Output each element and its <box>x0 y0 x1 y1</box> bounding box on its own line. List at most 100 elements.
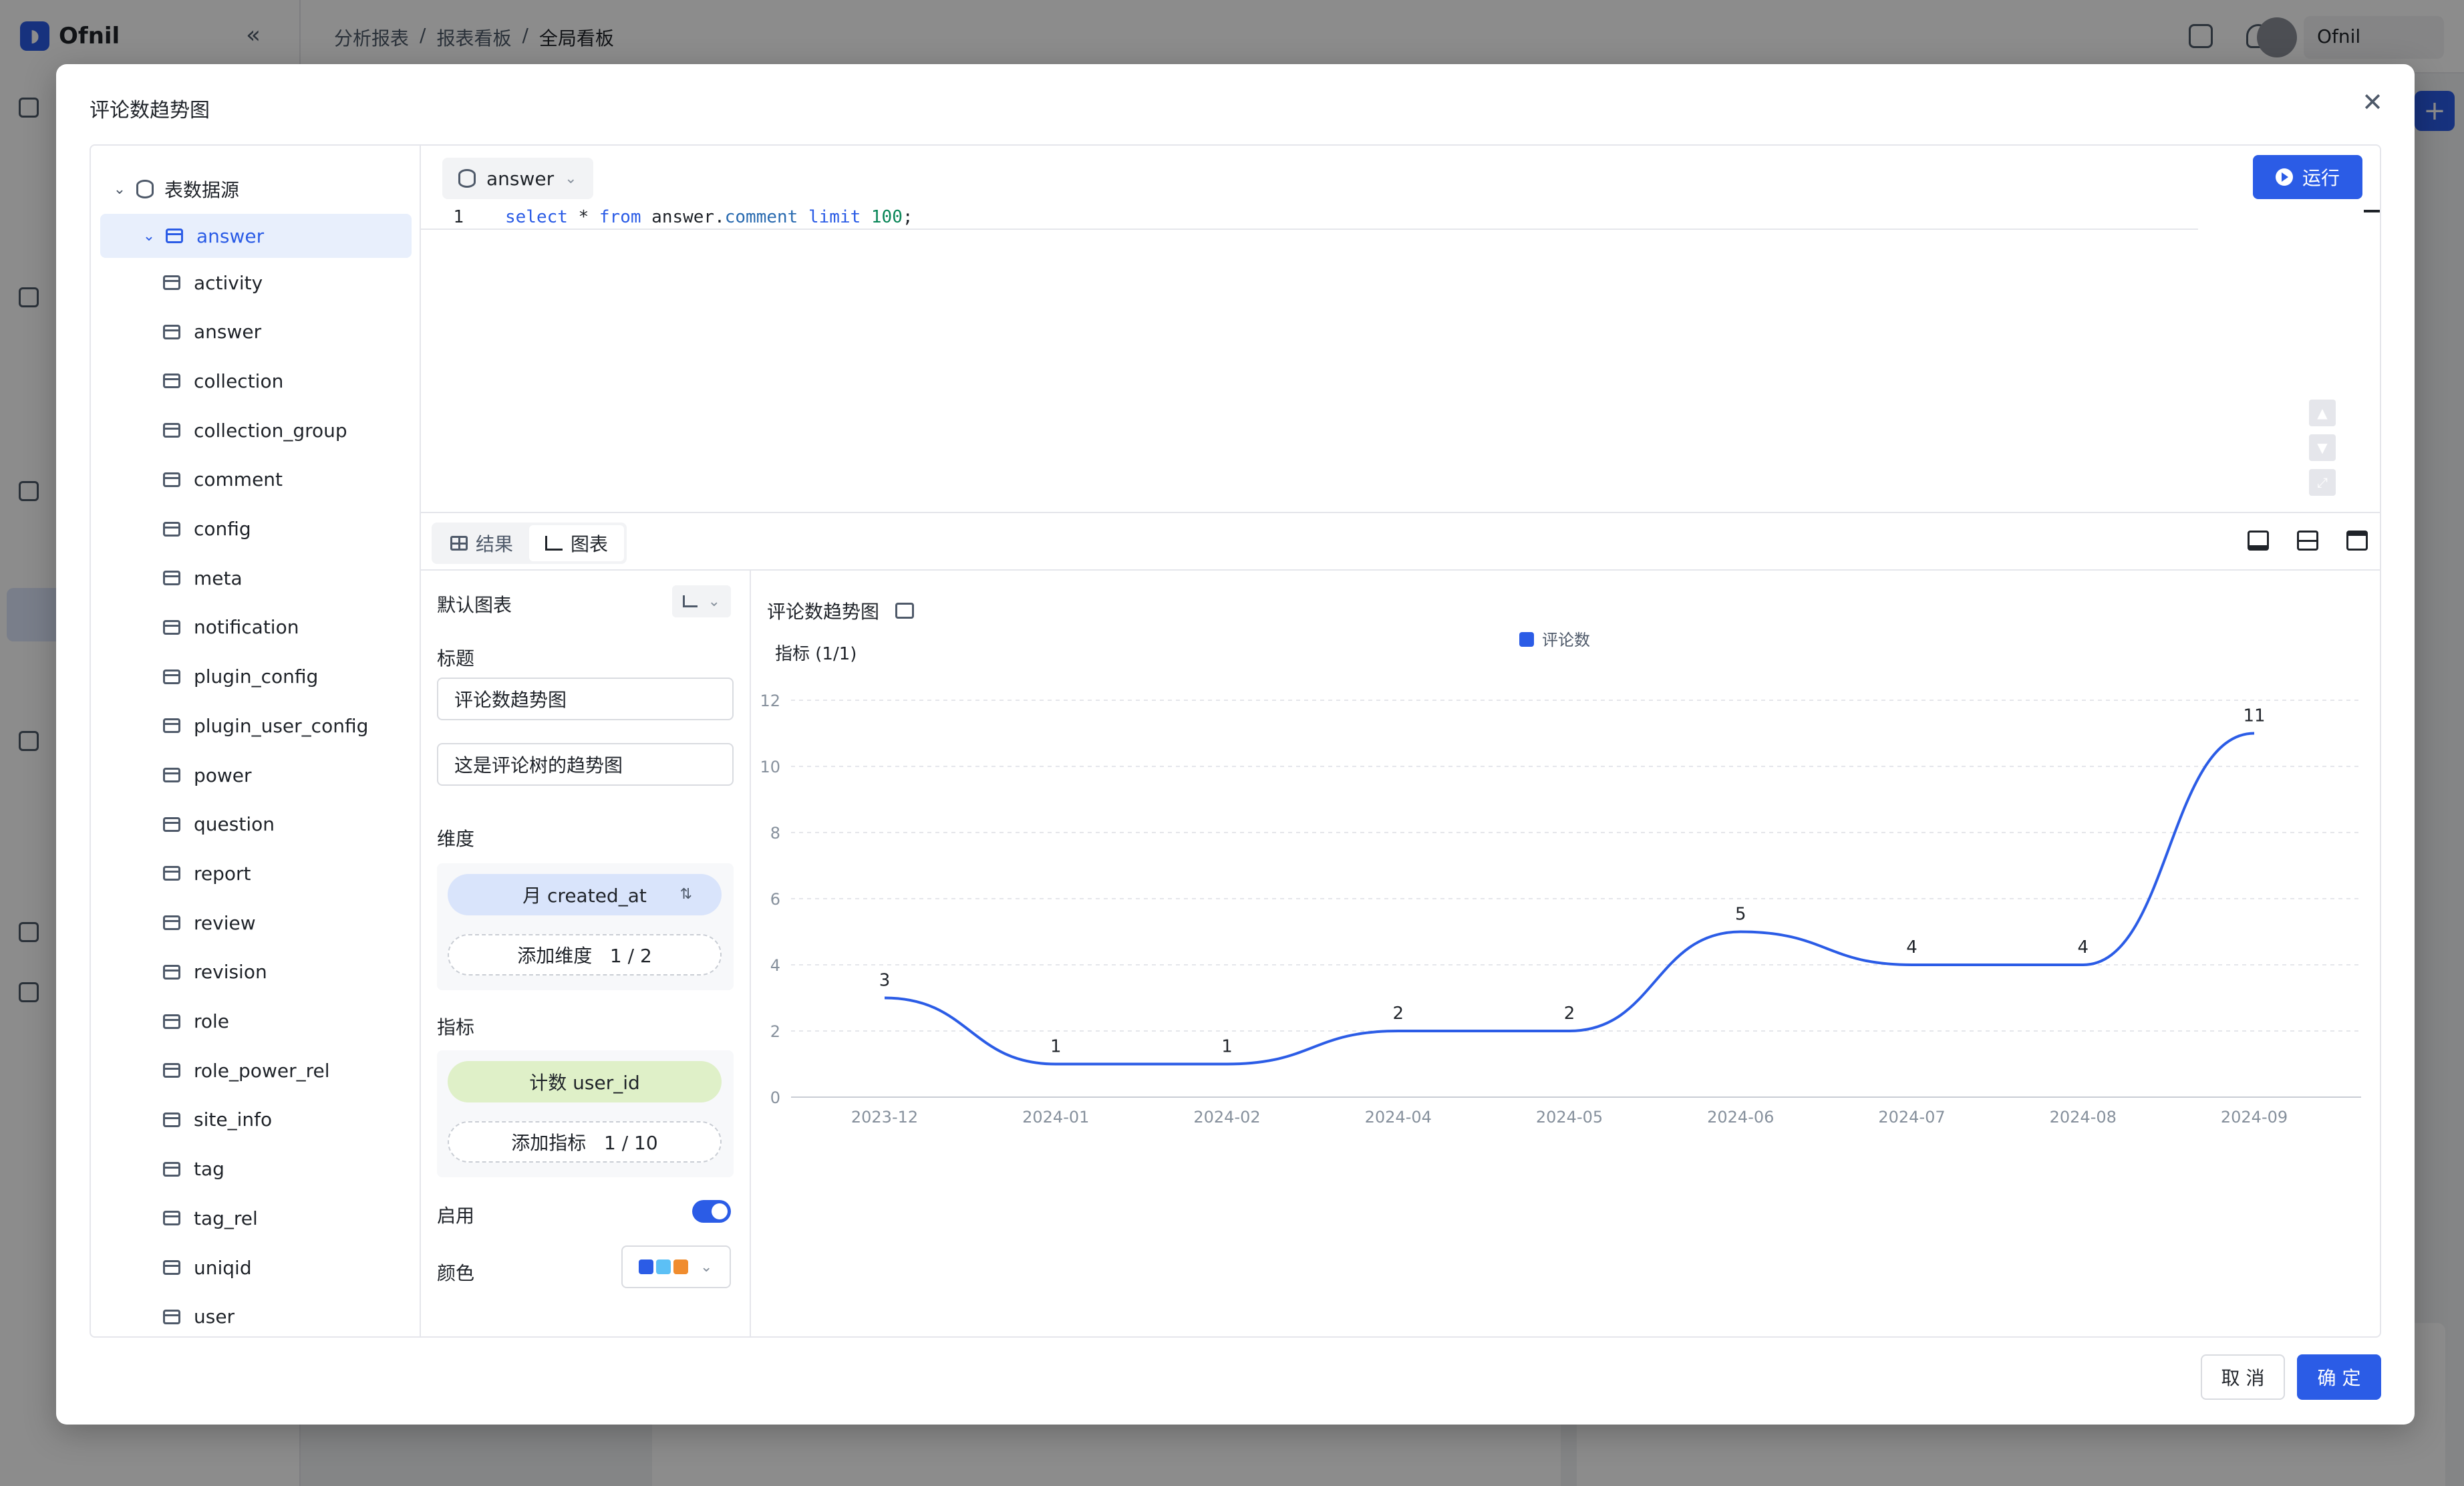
sql-code-line[interactable]: 1 select * from answer. comment limit 100… <box>421 206 2198 230</box>
table-icon <box>163 374 180 389</box>
confirm-button[interactable]: 确 定 <box>2297 1354 2381 1400</box>
color-swatch <box>673 1259 688 1274</box>
chevron-down-icon: ⌄ <box>700 1258 713 1276</box>
chevron-down-icon[interactable]: ⌄ <box>139 228 159 245</box>
sort-icon[interactable]: ⇅ <box>680 886 692 903</box>
tree-table-label: activity <box>194 271 263 294</box>
tab-chart-label: 图表 <box>571 533 609 555</box>
result-tabs: 结果 图表 <box>432 523 627 564</box>
tab-chart[interactable]: 图表 <box>529 525 625 561</box>
table-icon <box>163 866 180 881</box>
tree-table-tag[interactable]: tag <box>163 1147 417 1191</box>
tree-table-answer[interactable]: answer <box>163 310 417 354</box>
layout-split-icon[interactable] <box>2297 531 2318 551</box>
data-label: 2 <box>1392 1004 1404 1024</box>
line-chart: 0246810122023-12 2024-01 2024-02 2024-04 202… <box>760 631 2361 1127</box>
sql-field: comment <box>724 207 798 227</box>
metric-label: 指标 <box>437 1016 475 1038</box>
tree-table-question[interactable]: question <box>163 802 417 847</box>
enable-label: 启用 <box>437 1205 475 1227</box>
tree-root-label: 表数据源 <box>164 179 240 201</box>
table-icon <box>163 619 180 635</box>
tree-root-datasource[interactable]: ⌄ 表数据源 <box>110 167 417 211</box>
chart-title-row: 评论数趋势图 <box>767 597 915 624</box>
tree-table-label: role <box>194 1010 230 1032</box>
sql-number: 100 <box>871 207 903 227</box>
y-tick-label: 6 <box>770 890 780 909</box>
tree-table-site-info[interactable]: site_info <box>163 1098 417 1142</box>
tree-table-user[interactable]: user <box>163 1295 417 1336</box>
tree-table-activity[interactable]: activity <box>163 261 417 305</box>
tree-table-report[interactable]: report <box>163 851 417 895</box>
database-select[interactable]: answer ⌄ <box>442 158 593 199</box>
layout-bottom-icon[interactable] <box>2248 531 2269 551</box>
play-icon <box>2275 168 2293 186</box>
add-metric-button[interactable]: 添加指标 1 / 10 <box>448 1121 722 1163</box>
table-icon <box>163 768 180 782</box>
tree-table-meta[interactable]: meta <box>163 556 417 600</box>
legend-label: 评论数 <box>1542 631 1590 649</box>
data-label: 4 <box>1906 937 1917 957</box>
chart-preview: 0 2 4 6 8 10 12 2023-12 2024-01 2024-02 2024-04 202… <box>751 571 2380 1336</box>
data-label: 11 <box>2243 706 2265 726</box>
sql-editor-pane: answer ⌄ 运行 1 select * from answer. comme… <box>421 146 2380 513</box>
scroll-down-icon[interactable]: ▼ <box>2309 434 2336 461</box>
chevron-down-icon: ⌄ <box>708 593 720 610</box>
enable-toggle[interactable] <box>692 1200 731 1223</box>
title-input[interactable] <box>437 678 734 720</box>
tree-table-plugin-user-config[interactable]: plugin_user_config <box>163 704 417 748</box>
tree-table-label: collection_group <box>194 419 347 442</box>
minimap-slider[interactable] <box>2364 210 2380 212</box>
table-icon <box>163 521 180 537</box>
tree-table-role-power-rel[interactable]: role_power_rel <box>163 1048 417 1092</box>
tree-table-tag-rel[interactable]: tag_rel <box>163 1196 417 1240</box>
data-label: 2 <box>1564 1004 1575 1024</box>
sql-token: * <box>567 207 599 227</box>
tree-table-label: tag <box>194 1158 224 1181</box>
sql-keyword: select <box>505 207 568 227</box>
comment-icon[interactable] <box>895 603 915 619</box>
chart-editor-modal: 评论数趋势图 ✕ ⌄ 表数据源 ⌄ answer activity answer c… <box>56 64 2415 1425</box>
dimension-label: 维度 <box>437 828 475 850</box>
chart-type-select[interactable]: ⌄ <box>671 585 731 617</box>
subtitle-input[interactable] <box>437 743 734 786</box>
tree-db-label: answer <box>196 225 265 247</box>
run-label: 运行 <box>2302 167 2340 189</box>
add-dimension-button[interactable]: 添加维度 1 / 2 <box>448 934 722 976</box>
fullscreen-icon[interactable]: ⤢ <box>2309 469 2336 496</box>
close-icon[interactable]: ✕ <box>2357 87 2388 118</box>
scroll-up-icon[interactable]: ▲ <box>2309 400 2336 426</box>
x-tick-label: 2024-01 <box>1022 1108 1089 1127</box>
table-icon <box>163 718 180 734</box>
tree-table-role[interactable]: role <box>163 1000 417 1044</box>
tree-table-review[interactable]: review <box>163 901 417 945</box>
tree-table-uniqid[interactable]: uniqid <box>163 1245 417 1290</box>
table-icon <box>163 915 180 931</box>
tree-table-collection[interactable]: collection <box>163 359 417 403</box>
cancel-button[interactable]: 取 消 <box>2201 1354 2285 1400</box>
y-tick-label: 10 <box>760 758 780 776</box>
tree-table-notification[interactable]: notification <box>163 605 417 649</box>
y-tick-label: 4 <box>770 956 780 975</box>
chevron-down-icon[interactable]: ⌄ <box>110 181 130 198</box>
dimension-pill[interactable]: 月 created_at ⇅ <box>448 874 722 915</box>
tree-db-answer[interactable]: ⌄ answer <box>100 214 412 258</box>
metric-pill[interactable]: 计数 user_id <box>448 1061 722 1102</box>
tree-table-config[interactable]: config <box>163 507 417 551</box>
x-tick-label: 2024-06 <box>1707 1108 1774 1127</box>
data-label: 1 <box>1050 1037 1062 1057</box>
tree-table-power[interactable]: power <box>163 753 417 797</box>
tree-table-revision[interactable]: revision <box>163 950 417 994</box>
color-select[interactable]: ⌄ <box>621 1245 731 1288</box>
tab-result[interactable]: 结果 <box>434 525 529 561</box>
x-tick-label: 2024-09 <box>2221 1108 2288 1127</box>
table-icon <box>163 571 180 586</box>
table-icon <box>163 1260 180 1275</box>
run-button[interactable]: 运行 <box>2253 155 2362 199</box>
database-icon <box>458 169 476 188</box>
tree-table-plugin-config[interactable]: plugin_config <box>163 655 417 699</box>
tree-table-collection-group[interactable]: collection_group <box>163 408 417 452</box>
x-tick-label: 2024-08 <box>2050 1108 2117 1127</box>
tree-table-comment[interactable]: comment <box>163 458 417 502</box>
layout-top-icon[interactable] <box>2346 531 2368 551</box>
